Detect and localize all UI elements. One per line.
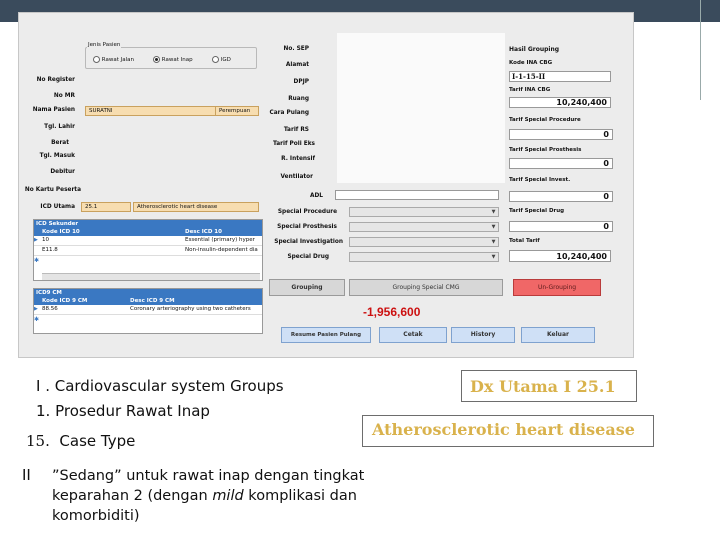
label-tarif-special-invest: Tarif Special Invest.: [509, 177, 571, 183]
label-no-mr: No MR: [53, 93, 75, 99]
icd-utama-desc-field[interactable]: Atherosclerotic heart disease: [133, 202, 259, 212]
label-special-procedure: Special Procedure: [277, 209, 337, 215]
radio-igd[interactable]: IGD: [212, 56, 231, 63]
label-debitur: Debitur: [50, 169, 75, 175]
case-type-label: Case Type: [59, 432, 136, 450]
row-pointer-icon: ▶: [34, 237, 38, 243]
special-investigation-select[interactable]: ▼: [349, 237, 499, 247]
history-button[interactable]: History: [451, 327, 515, 343]
dx-description: Atherosclerotic heart disease: [372, 420, 635, 439]
label-special-prosthesis: Special Prosthesis: [277, 224, 337, 230]
inacbg-grouper-window: Jenis Pasien Rawat Jalan Rawat Inap IGD …: [18, 12, 634, 358]
radio-circle-icon: [212, 56, 219, 63]
label-berat: Berat: [51, 140, 69, 146]
chevron-down-icon: ▼: [491, 209, 496, 215]
slide-guide-line-right: [700, 0, 701, 100]
cetak-button[interactable]: Cetak: [379, 327, 447, 343]
new-row[interactable]: ✱: [34, 315, 262, 324]
icd9-col-code: Kode ICD 9 CM: [42, 298, 88, 304]
label-tarif-ina-cbg: Tarif INA CBG: [509, 87, 551, 93]
icd-sekunder-col-desc: Desc ICD 10: [185, 229, 222, 235]
keluar-button[interactable]: Keluar: [521, 327, 595, 343]
label-cara-pulang: Cara Pulang: [269, 110, 309, 116]
icd9-cm-grid[interactable]: ICD9 CM Kode ICD 9 CM Desc ICD 9 CM ▶ 88…: [33, 288, 263, 334]
slide-severity-paragraph: ”Sedang” untuk rawat inap dengan tingkat…: [52, 468, 365, 524]
horizontal-scrollbar[interactable]: [42, 273, 260, 280]
grouping-special-cmg-button[interactable]: Grouping Special CMG: [349, 279, 503, 296]
label-icd-utama: ICD Utama: [40, 204, 75, 210]
row-pointer-icon: ▶: [34, 306, 38, 312]
radio-selected-icon: [153, 56, 160, 63]
label-alamat: Alamat: [285, 62, 309, 68]
jenis-pasien-legend: Jenis Pasien: [87, 42, 122, 48]
radio-rawat-jalan[interactable]: Rawat Jalan: [93, 56, 134, 63]
label-total-tarif: Total Tarif: [509, 238, 540, 244]
hasil-grouping-title: Hasil Grouping: [509, 46, 560, 53]
tarif-special-invest-field[interactable]: 0: [509, 191, 613, 202]
label-no-register: No Register: [36, 77, 75, 83]
slide-line-procedure: 1. Prosedur Rawat Inap: [36, 402, 210, 420]
icd9-title: ICD9 CM: [34, 289, 262, 297]
special-prosthesis-select[interactable]: ▼: [349, 222, 499, 232]
chevron-down-icon: ▼: [491, 224, 496, 230]
adl-field[interactable]: [335, 190, 499, 200]
icd-sekunder-grid[interactable]: ICD Sekunder Kode ICD 10 Desc ICD 10 ▶ 1…: [33, 219, 263, 281]
label-ruang: Ruang: [288, 96, 309, 102]
icd-utama-code-field[interactable]: 25.1: [81, 202, 131, 212]
label-nama-pasien: Nama Pasien: [32, 107, 75, 113]
new-row-icon: ✱: [34, 316, 40, 323]
new-row[interactable]: ✱: [34, 256, 262, 265]
patient-detail-fields: [337, 33, 505, 183]
new-row-icon: ✱: [34, 257, 40, 264]
label-tarif-special-drug: Tarif Special Drug: [509, 208, 565, 214]
table-row[interactable]: ▶ 88.56 Coronary arteriography using two…: [34, 305, 262, 315]
tarif-difference-value: -1,956,600: [363, 305, 421, 319]
label-tarif-special-prosthesis: Tarif Special Prosthesis: [509, 147, 582, 153]
tarif-special-drug-field[interactable]: 0: [509, 221, 613, 232]
chevron-down-icon: ▼: [491, 254, 496, 260]
label-no-sep: No. SEP: [283, 46, 309, 52]
icd-sekunder-col-code: Kode ICD 10: [42, 229, 80, 235]
special-drug-select[interactable]: ▼: [349, 252, 499, 262]
chevron-down-icon: ▼: [491, 239, 496, 245]
tarif-special-prosthesis-field[interactable]: 0: [509, 158, 613, 169]
icd9-col-desc: Desc ICD 9 CM: [130, 298, 175, 304]
radio-circle-icon: [93, 56, 100, 63]
label-tgl-lahir: Tgl. Lahir: [44, 124, 75, 130]
label-special-investigation: Special Investigation: [274, 239, 343, 245]
slide-line-group: I . Cardiovascular system Groups: [36, 377, 284, 395]
resume-pasien-pulang-button[interactable]: Resume Pasien Pulang: [281, 327, 371, 343]
grouping-button[interactable]: Grouping: [269, 279, 345, 296]
total-tarif-field[interactable]: 10,240,400: [509, 250, 611, 262]
label-adl: ADL: [310, 193, 323, 199]
label-tarif-poli-eks: Tarif Poli Eks: [273, 141, 315, 147]
label-tarif-special-procedure: Tarif Special Procedure: [509, 117, 581, 123]
slide-line-case-type: 15. Case Type: [26, 432, 135, 450]
tarif-ina-cbg-field[interactable]: 10,240,400: [509, 97, 611, 108]
nama-pasien-field[interactable]: SURATNI: [85, 106, 217, 116]
label-no-kartu-peserta: No Kartu Peserta: [24, 187, 81, 193]
slide-bullet-roman: II: [22, 466, 31, 484]
case-type-number: 15.: [26, 432, 50, 450]
ungrouping-button[interactable]: Un-Grouping: [513, 279, 601, 296]
special-procedure-select[interactable]: ▼: [349, 207, 499, 217]
dx-utama-label: Dx Utama I 25.1: [470, 377, 616, 396]
label-ventilator: Ventilator: [280, 174, 314, 180]
table-row[interactable]: ▶ 10 Essential (primary) hyper: [34, 236, 262, 246]
table-row[interactable]: E11.8 Non-insulin-dependent dia: [34, 246, 262, 256]
label-tgl-masuk: Tgl. Masuk: [39, 153, 75, 159]
label-special-drug: Special Drug: [287, 254, 329, 260]
kode-ina-cbg-field[interactable]: I-1-15-II: [509, 71, 611, 82]
label-r-intensif: R. Intensif: [281, 156, 315, 162]
label-kode-ina-cbg: Kode INA CBG: [509, 60, 553, 66]
tarif-special-procedure-field[interactable]: 0: [509, 129, 613, 140]
label-dpjp: DPJP: [293, 79, 309, 85]
label-tarif-rs: Tarif RS: [283, 127, 309, 133]
icd-sekunder-title: ICD Sekunder: [34, 220, 262, 228]
jenis-kelamin-field[interactable]: Perempuan: [215, 106, 259, 116]
radio-rawat-inap[interactable]: Rawat Inap: [153, 56, 193, 63]
